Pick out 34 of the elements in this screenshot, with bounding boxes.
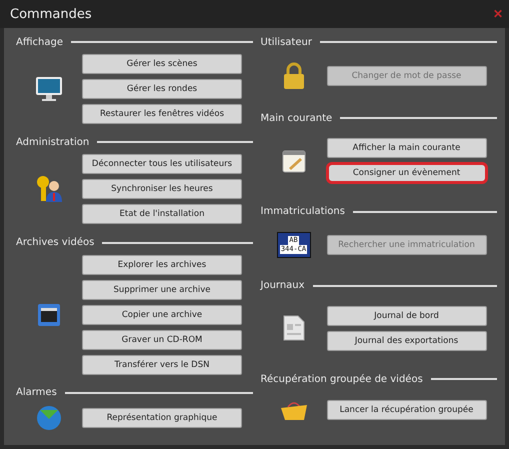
section-title: Administration bbox=[16, 136, 90, 148]
command-button[interactable]: Gérer les scènes bbox=[82, 54, 242, 74]
command-button[interactable]: Synchroniser les heures bbox=[82, 179, 242, 200]
section-title: Utilisateur bbox=[260, 36, 312, 48]
window-title: Commandes bbox=[10, 6, 92, 22]
command-button[interactable]: Lancer la récupération groupée bbox=[326, 400, 486, 420]
section-title: Archives vidéos bbox=[16, 237, 94, 248]
section-title: Main courante bbox=[260, 112, 332, 124]
section-title: Alarmes bbox=[16, 387, 57, 398]
section-title: Journaux bbox=[260, 280, 305, 292]
document-icon bbox=[282, 315, 304, 342]
command-button[interactable]: Transférer vers le DSN bbox=[82, 354, 242, 375]
section-title: Affichage bbox=[16, 36, 63, 48]
clapperboard-icon bbox=[37, 302, 61, 327]
padlock-icon bbox=[282, 62, 304, 90]
notepad-icon bbox=[282, 148, 306, 173]
command-button[interactable]: Consigner un évènement bbox=[326, 163, 486, 184]
command-button[interactable]: Journal de bord bbox=[326, 306, 486, 326]
command-button[interactable]: Etat de l'installation bbox=[82, 204, 242, 224]
command-button[interactable]: Copier une archive bbox=[82, 304, 242, 325]
command-button[interactable]: Explorer les archives bbox=[82, 254, 242, 275]
section-title: Immatriculations bbox=[260, 206, 345, 217]
command-button[interactable]: Supprimer une archive bbox=[82, 280, 242, 300]
command-button[interactable]: Afficher la main courante bbox=[326, 138, 486, 158]
command-button[interactable]: Déconnecter tous les utilisateurs bbox=[82, 154, 242, 174]
key-user-icon bbox=[35, 175, 63, 204]
command-button[interactable]: Journal des exportations bbox=[326, 330, 486, 351]
monitor-icon bbox=[35, 76, 63, 102]
section-title: Récupération groupée de vidéos bbox=[260, 374, 423, 384]
command-button[interactable]: Représentation graphique bbox=[82, 408, 242, 428]
globe-icon bbox=[36, 404, 62, 431]
command-button[interactable]: Graver un CD-ROM bbox=[82, 330, 242, 350]
command-button[interactable]: Gérer les rondes bbox=[82, 79, 242, 99]
command-button[interactable]: Restaurer les fenêtres vidéos bbox=[82, 104, 242, 124]
